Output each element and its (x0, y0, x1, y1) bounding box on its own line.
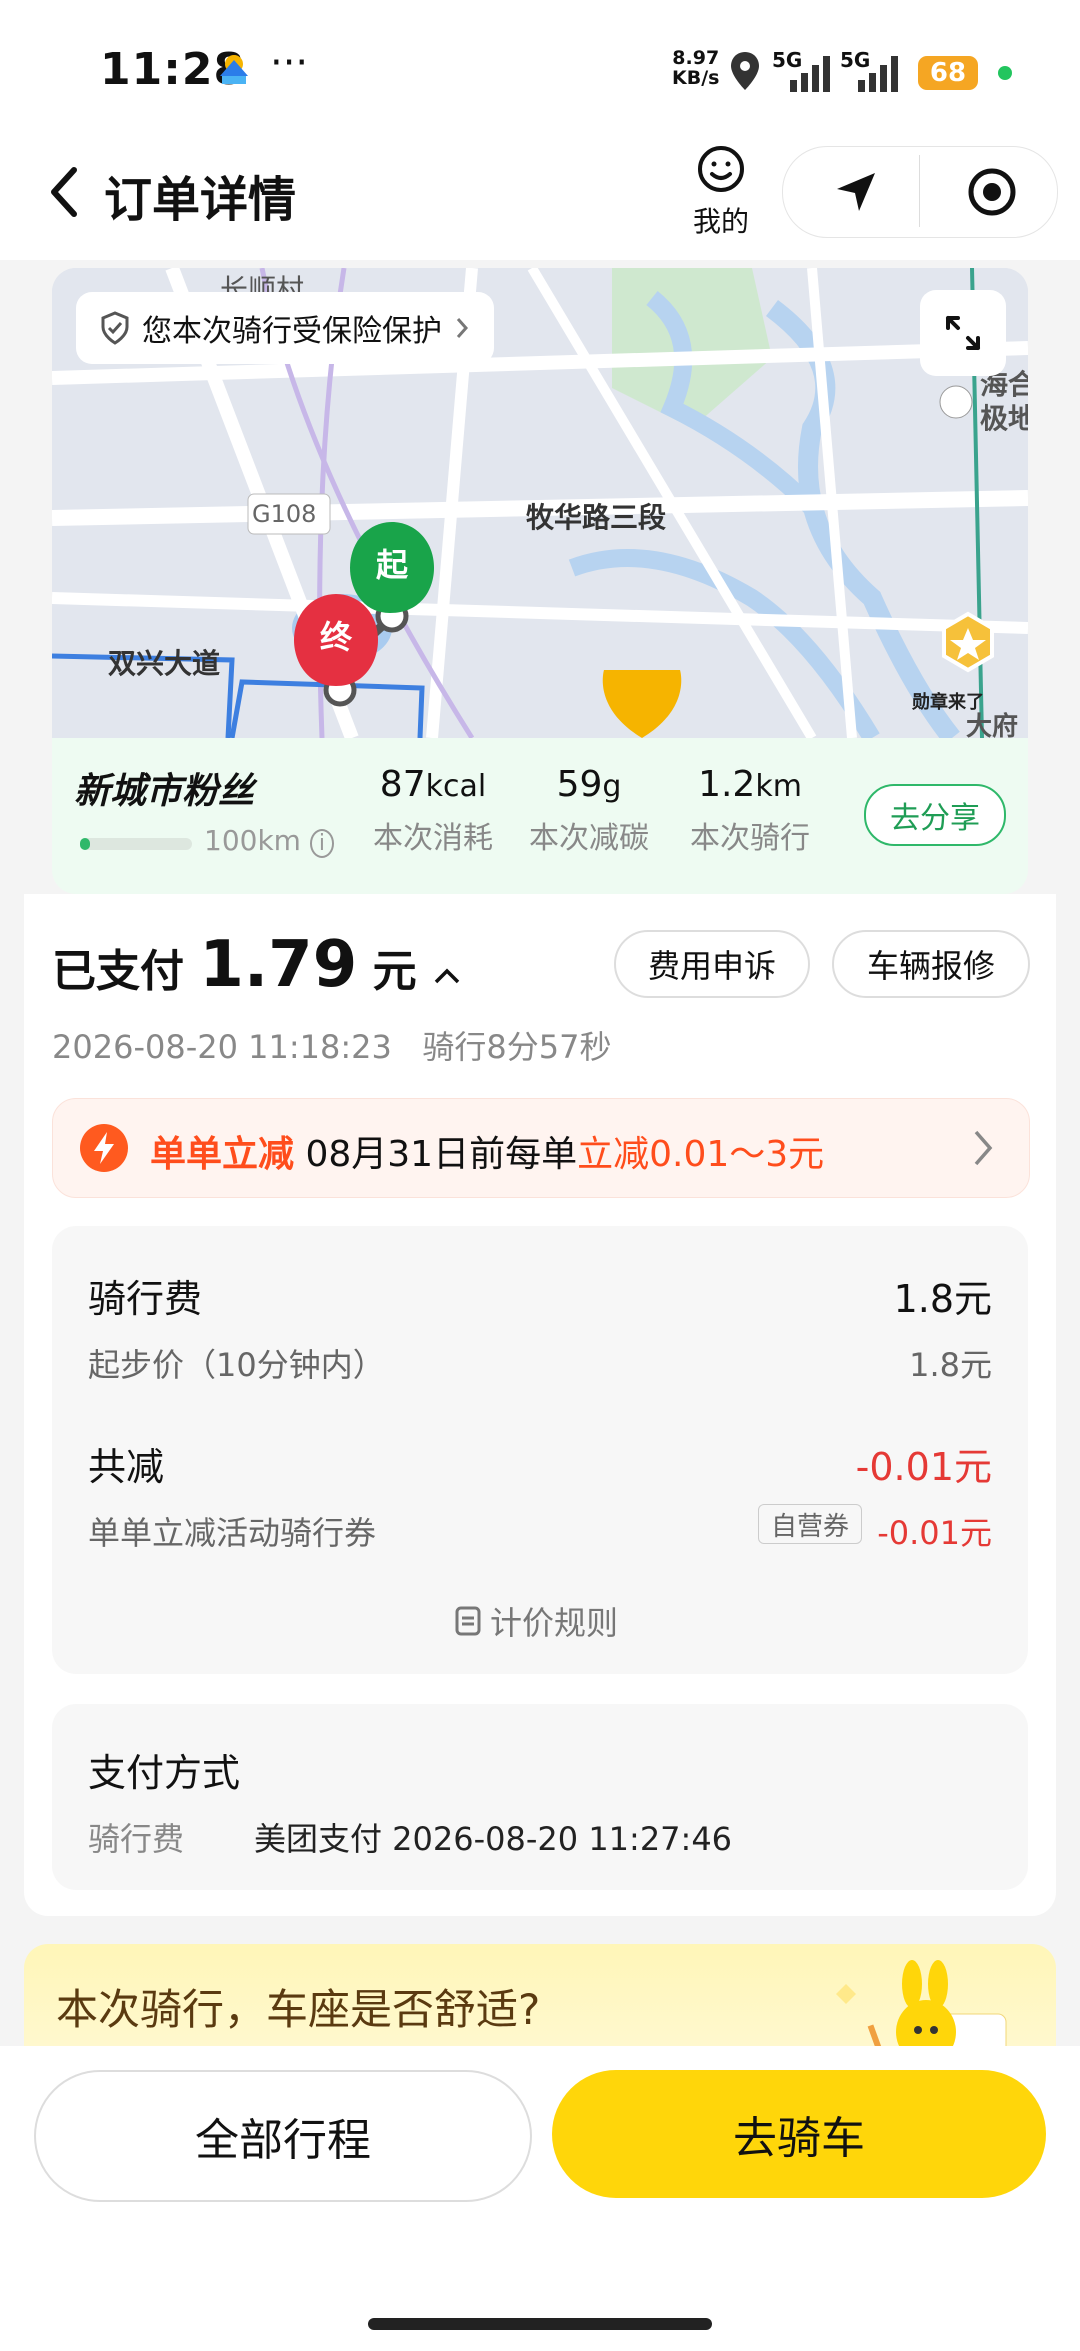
amount-value: 1.79 (199, 928, 358, 1002)
promo-chevron-icon (972, 1128, 994, 1172)
ride-datetime: 2026-08-20 11:18:23 骑行8分57秒 (52, 1028, 612, 1066)
promo-text: 单单立减 08月31日前每单立减0.01～3元 (150, 1134, 825, 1175)
survey-question: 本次骑行，车座是否舒适? (56, 1985, 541, 2034)
ride-fee-label: 骑行费 (88, 1277, 203, 1321)
expand-icon (946, 316, 980, 350)
net-speed: 8.97 KB/s (672, 47, 720, 89)
payment-item-value: 美团支付 2026-08-20 11:27:46 (254, 1820, 733, 1858)
mine-label: 我的 (692, 205, 749, 238)
fan-progress-label[interactable]: 100km i (204, 824, 334, 858)
map-label-right: 海合 极地 (980, 368, 1028, 435)
stat-distance: 1.2km 本次骑行 (690, 764, 810, 856)
lightning-icon (80, 1124, 128, 1172)
battery-indicator: 68 (918, 56, 978, 90)
target-icon (968, 168, 1016, 216)
capsule-divider (919, 155, 920, 227)
document-icon (455, 1606, 481, 1636)
discount-label: 共减 (88, 1445, 165, 1489)
location-status-icon (728, 50, 762, 92)
base-price-value: 1.8元 (909, 1346, 992, 1384)
coupon-value: -0.01元 (877, 1514, 992, 1552)
base-price-label: 起步价（10分钟内） (88, 1346, 385, 1384)
all-trips-button[interactable]: 全部行程 (34, 2070, 532, 2202)
info-icon: i (309, 829, 334, 858)
chevron-up-icon (434, 968, 460, 984)
payment-method-title: 支付方式 (88, 1751, 241, 1795)
coupon-tag: 自营券 (758, 1504, 863, 1544)
signal2-icon (858, 56, 902, 96)
expand-map-button[interactable] (920, 290, 1006, 376)
map-label-place: 牧华路三段 (526, 501, 667, 534)
fan-progress-track (80, 838, 192, 850)
stat-calories: 87kcal 本次消耗 (373, 764, 493, 856)
navigation-arrow-icon (837, 173, 875, 211)
share-button[interactable]: 去分享 (864, 784, 1006, 846)
mine-button[interactable]: 我的 (680, 144, 762, 240)
vehicle-repair-button[interactable]: 车辆报修 (832, 930, 1030, 998)
chevron-right-icon (456, 318, 469, 338)
map-label-road: 双兴大道 (108, 647, 221, 680)
paid-amount[interactable]: 已支付 1.79 元 (52, 928, 462, 1002)
medal-badge[interactable]: 勋章来了 (912, 688, 984, 714)
insurance-banner[interactable]: 您本次骑行受保险保护 (76, 292, 494, 364)
active-dot (998, 66, 1012, 80)
insurance-text: 您本次骑行受保险保护 (142, 314, 442, 349)
page-title: 订单详情 (104, 172, 297, 228)
end-marker: 终 (319, 618, 352, 656)
status-more: ··· (270, 40, 309, 86)
start-marker: 起 (375, 546, 408, 584)
road-shield: G108 (252, 500, 317, 528)
back-button[interactable] (44, 162, 84, 222)
discount-value: -0.01元 (855, 1445, 992, 1489)
payment-method-section (52, 1704, 1028, 1890)
fee-appeal-button[interactable]: 费用申诉 (614, 930, 810, 998)
payment-item-label: 骑行费 (88, 1820, 185, 1858)
signal1-icon (790, 56, 834, 96)
pricing-rule-link[interactable]: 计价规则 (454, 1598, 618, 1644)
fan-progress-fill (80, 838, 90, 850)
ride-fee-value: 1.8元 (893, 1277, 992, 1321)
header-capsule (782, 146, 1058, 238)
navigate-button[interactable] (833, 169, 879, 219)
chevron-left-icon (51, 167, 77, 217)
shield-check-icon (101, 311, 129, 345)
go-ride-button[interactable]: 去骑车 (552, 2070, 1046, 2198)
home-indicator[interactable] (368, 2318, 712, 2330)
weather-icon (214, 50, 254, 90)
smile-icon (698, 146, 744, 192)
fan-title: 新城市粉丝 (74, 771, 255, 812)
close-miniapp-button[interactable] (967, 167, 1017, 221)
stat-carbon: 59g 本次减碳 (529, 764, 649, 856)
coupon-label: 单单立减活动骑行券 (88, 1514, 377, 1552)
